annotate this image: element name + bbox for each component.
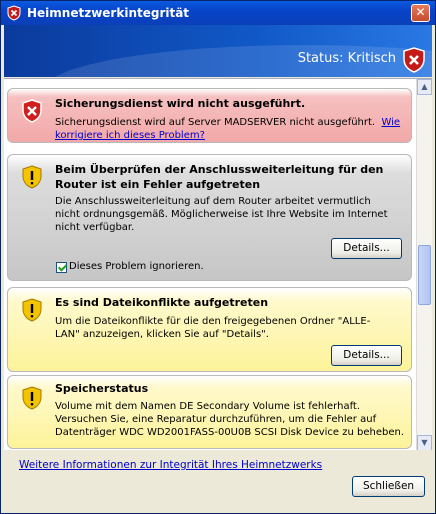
issue-panel-backup: Sicherungsdienst wird nicht ausgeführt. … (7, 88, 412, 143)
issue-title: Es sind Dateikonflikte aufgetreten (55, 296, 269, 309)
scroll-thumb[interactable] (418, 245, 431, 305)
issue-title: Speicherstatus (55, 382, 149, 395)
issue-title: Sicherungsdienst wird nicht ausgeführt. (55, 97, 306, 110)
issue-text: Die Anschlussweiterleitung auf dem Route… (55, 196, 388, 233)
close-icon: ✕ (415, 5, 426, 19)
scroll-up-icon[interactable]: ▲ (417, 79, 432, 95)
issues-list[interactable]: Sicherungsdienst wird nicht ausgeführt. … (4, 78, 432, 450)
error-shield-icon (22, 99, 42, 123)
status-banner: Status: Kritisch (4, 25, 432, 77)
ignore-problem-label[interactable]: Dieses Problem ignorieren. (69, 261, 204, 272)
status-text: Status: Kritisch (297, 51, 396, 66)
warning-shield-icon (22, 386, 42, 410)
close-button[interactable]: Schließen (352, 476, 425, 497)
scroll-down-icon[interactable]: ▼ (417, 435, 432, 450)
details-button[interactable]: Details... (331, 238, 402, 259)
issue-description: Sicherungsdienst wird auf Server MADSERV… (55, 116, 405, 142)
window-close-button[interactable]: ✕ (411, 4, 430, 22)
home-network-health-window: Heimnetzwerkintegrität ✕ Status: Kritisc… (0, 0, 436, 514)
warning-shield-icon (22, 298, 42, 322)
shield-error-icon (403, 47, 425, 73)
issue-panel-file-conflicts: Es sind Dateikonflikte aufgetreten Um di… (7, 287, 412, 372)
vertical-scrollbar[interactable]: ▲ ▼ (416, 79, 432, 450)
details-button[interactable]: Details... (331, 345, 402, 366)
issue-text: Um die Dateikonflikte für die den freige… (55, 316, 371, 340)
title-bar[interactable]: Heimnetzwerkintegrität ✕ (1, 1, 435, 25)
window-title: Heimnetzwerkintegrität (27, 6, 190, 20)
issue-panel-port-forwarding: Beim Überprüfen der Anschlussweiterleitu… (7, 154, 412, 281)
issue-text: Sicherungsdienst wird auf Server MADSERV… (55, 117, 376, 128)
issue-text: Volume mit dem Namen DE Secondary Volume… (55, 401, 405, 438)
warning-shield-icon (22, 165, 42, 189)
ignore-problem-checkbox[interactable] (56, 262, 67, 273)
shield-error-icon (7, 5, 21, 21)
issue-title: Beim Überprüfen der Anschlussweiterleitu… (55, 163, 384, 191)
issue-panel-storage-status: Speicherstatus Volume mit dem Namen DE S… (7, 375, 412, 449)
more-info-link[interactable]: Weitere Informationen zur Integrität Ihr… (19, 459, 322, 471)
